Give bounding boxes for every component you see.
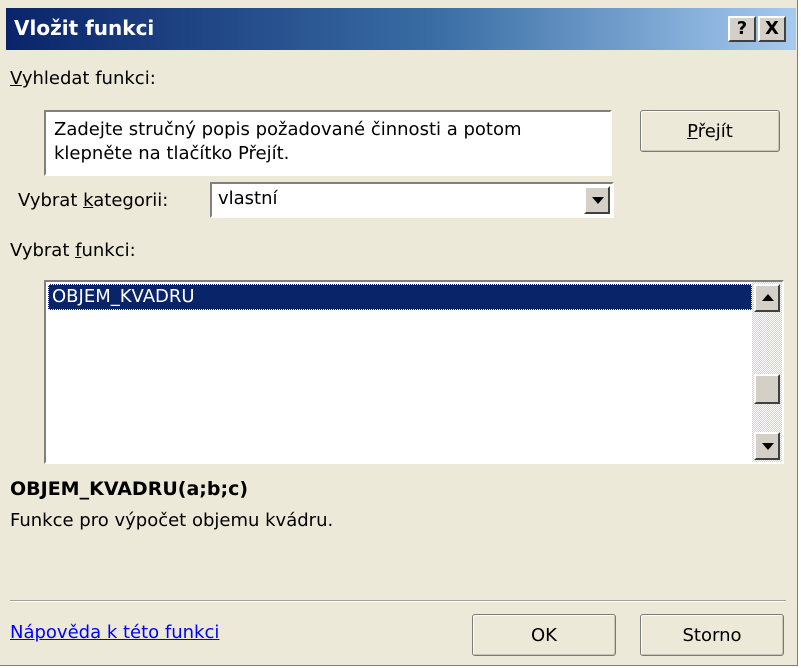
search-label-accesskey: V — [10, 68, 22, 89]
search-label: Vyhledat funkci: — [10, 68, 156, 89]
category-label-prefix: Vybrat — [18, 190, 84, 211]
list-item[interactable]: OBJEM_KVADRU — [48, 284, 752, 310]
function-list-label-prefix: Vybrat — [10, 240, 76, 261]
go-button-accesskey: P — [687, 120, 698, 142]
function-list-label-rest: unkci: — [81, 240, 136, 261]
footer-divider — [10, 600, 786, 602]
search-input[interactable]: Zadejte stručný popis požadované činnost… — [44, 110, 612, 176]
help-icon: ? — [736, 18, 748, 39]
scroll-up-button[interactable] — [754, 284, 780, 312]
close-button[interactable]: X — [758, 16, 786, 42]
category-selected-value: vlastní — [218, 188, 278, 209]
dropdown-arrow-icon — [592, 197, 604, 204]
function-list-label: Vybrat funkci: — [10, 240, 136, 261]
function-signature: OBJEM_KVADRU(a;b;c) — [10, 478, 249, 500]
title-bar[interactable]: Vložit funkci ? X — [6, 8, 796, 50]
function-list-scrollbar[interactable] — [752, 282, 782, 462]
category-label-rest: ategorii: — [93, 190, 169, 211]
category-dropdown-button[interactable] — [584, 186, 610, 214]
close-icon: X — [765, 18, 779, 39]
function-description: Funkce pro výpočet objemu kvádru. — [10, 510, 334, 531]
cancel-button[interactable]: Storno — [640, 614, 784, 656]
function-listbox[interactable]: OBJEM_KVADRU — [44, 280, 784, 464]
category-select[interactable]: vlastní — [210, 182, 614, 218]
help-button[interactable]: ? — [728, 16, 756, 42]
scroll-down-button[interactable] — [754, 432, 780, 460]
dialog-title: Vložit funkci — [14, 16, 155, 40]
go-button-label: řejít — [697, 120, 733, 142]
category-label-accesskey: k — [83, 190, 94, 211]
ok-button[interactable]: OK — [472, 614, 616, 656]
insert-function-dialog: Vložit funkci ? X Vyhledat funkci: Zadej… — [0, 0, 798, 666]
scrollbar-thumb[interactable] — [754, 374, 780, 404]
go-button[interactable]: Přejít — [640, 110, 780, 152]
search-label-rest: yhledat funkci: — [21, 68, 156, 89]
function-help-link[interactable]: Nápověda k této funkci — [10, 622, 219, 643]
scroll-down-icon — [762, 443, 774, 450]
category-label: Vybrat kategorii: — [18, 190, 168, 211]
scroll-up-icon — [762, 294, 774, 301]
